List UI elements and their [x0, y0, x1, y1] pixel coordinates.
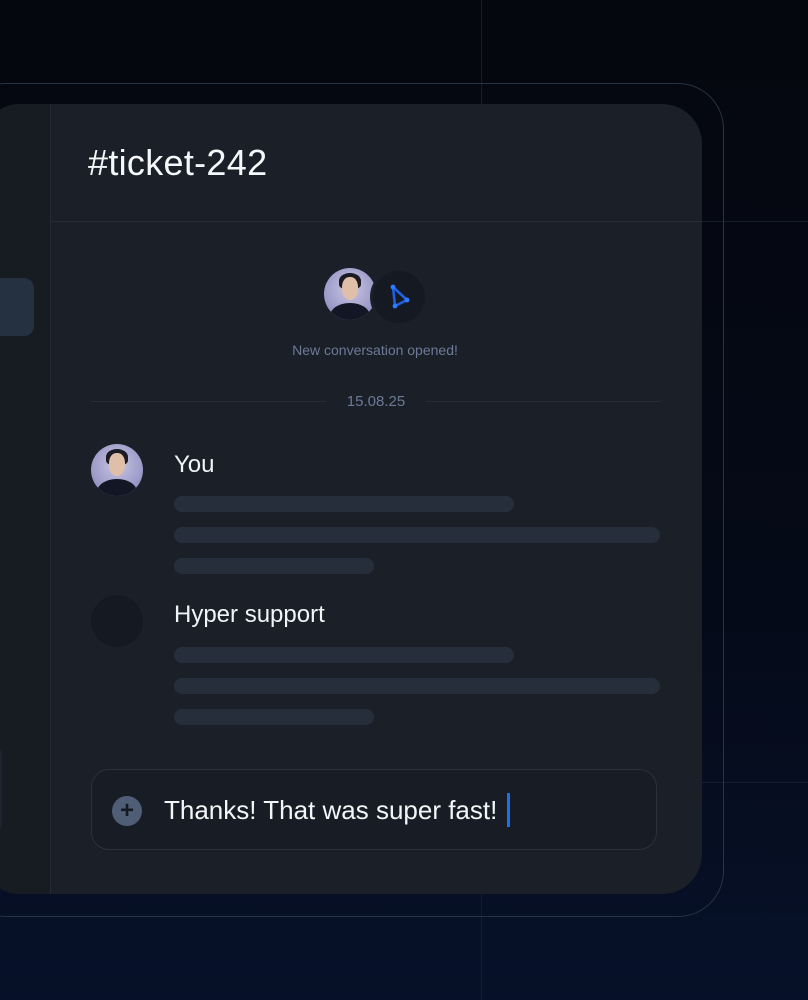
message-placeholder-line — [174, 678, 660, 694]
user-avatar — [324, 268, 376, 320]
message-placeholder-line — [174, 647, 514, 663]
sidebar-item[interactable] — [0, 746, 2, 832]
message-input[interactable]: Thanks! That was super fast! — [164, 795, 497, 826]
message-avatar-support — [91, 595, 143, 647]
message-avatar-you — [91, 444, 143, 496]
message-placeholder-line — [174, 709, 374, 725]
message-sender: Hyper support — [174, 601, 325, 628]
message-composer[interactable]: + Thanks! That was super fast! — [91, 769, 657, 850]
conversation-date: 15.08.25 — [346, 393, 406, 410]
conversation-opened-text: New conversation opened! — [292, 342, 458, 358]
date-divider-left — [91, 401, 326, 402]
bot-avatar — [370, 268, 428, 326]
sidebar — [0, 104, 51, 894]
date-divider-right — [426, 401, 660, 402]
add-attachment-button[interactable]: + — [112, 796, 142, 826]
message-sender: You — [174, 451, 215, 478]
ticket-title: #ticket-242 — [88, 142, 268, 183]
plus-icon: + — [119, 797, 134, 824]
message-placeholder-line — [174, 527, 660, 543]
message-placeholder-line — [174, 558, 374, 574]
hyper-logo-icon — [390, 284, 410, 309]
text-cursor — [507, 793, 510, 827]
sidebar-item-active[interactable] — [0, 278, 34, 336]
ticket-header: #ticket-242 — [50, 104, 702, 222]
message-placeholder-line — [174, 496, 514, 512]
